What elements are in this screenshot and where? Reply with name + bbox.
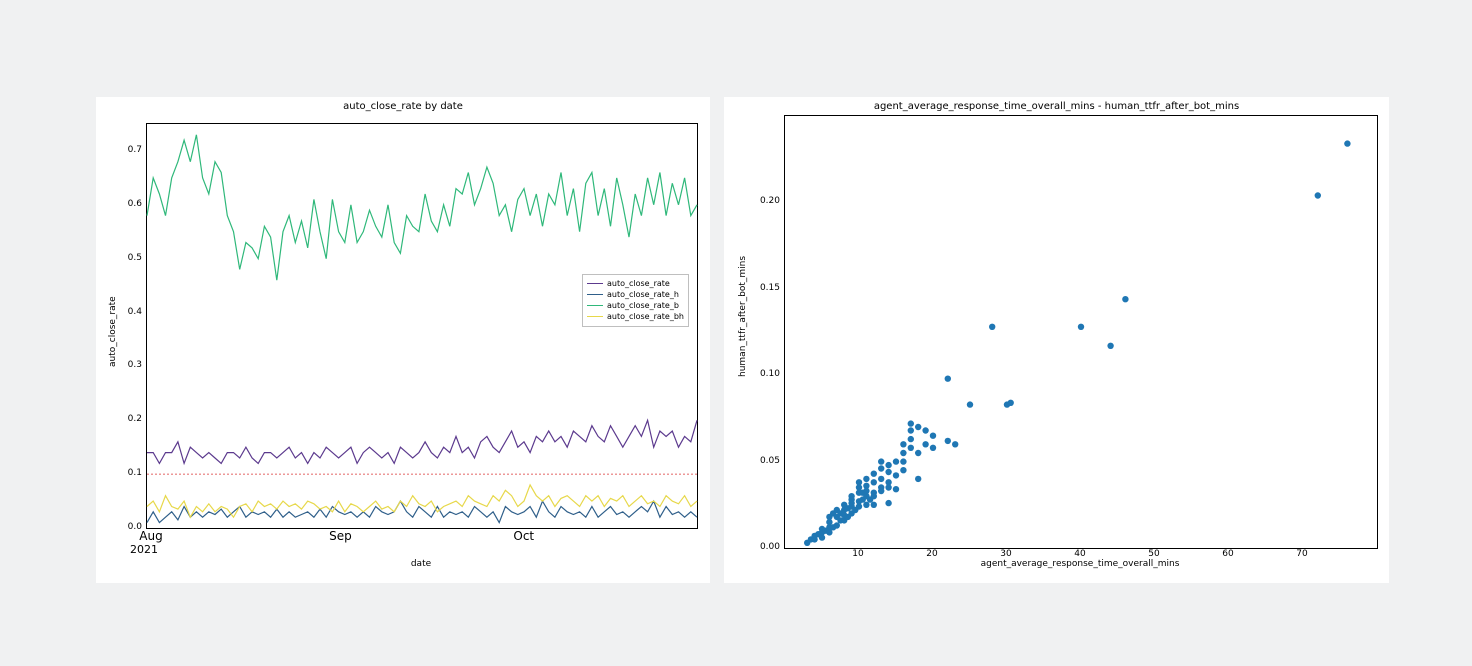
right-y-axis-label: human_ttfr_after_bot_mins [738,256,748,377]
legend-row: auto_close_rate_b [587,300,684,311]
scatter-point [922,441,928,447]
scatter-point [848,493,854,499]
scatter-point [908,427,914,433]
series-auto_close_rate [147,420,697,463]
legend-row: auto_close_rate [587,278,684,289]
x-tick-year: 2021 [130,543,158,556]
scatter-point [908,445,914,451]
right-x-axis-label: agent_average_response_time_overall_mins [784,559,1376,569]
legend-label: auto_close_rate [607,278,670,289]
right-plot-area [784,115,1378,549]
scatter-point [930,433,936,439]
scatter-point [1122,296,1128,302]
left-chart-title: auto_close_rate by date [96,101,710,112]
scatter-point [863,488,869,494]
scatter-point [848,500,854,506]
x-tick: Aug [131,529,171,543]
legend-swatch [587,305,603,306]
legend-label: auto_close_rate_bh [607,311,684,322]
scatter-point [834,522,840,528]
scatter-point [989,324,995,330]
x-tick: Sep [320,529,360,543]
scatter-point [863,476,869,482]
y-tick: 0.10 [750,369,780,379]
scatter-point [871,471,877,477]
scatter-point [900,467,906,473]
scatter-point [915,476,921,482]
scatter-point [900,441,906,447]
y-tick: 0.2 [102,414,142,424]
x-tick: 50 [1144,549,1164,559]
scatter-point [908,420,914,426]
scatter-point [900,458,906,464]
scatter-point [885,500,891,506]
scatter-point [885,462,891,468]
left-y-axis-label: auto_close_rate [108,296,118,367]
scatter-point [915,450,921,456]
legend: auto_close_rate auto_close_rate_h auto_c… [582,274,689,327]
scatter-point [915,424,921,430]
scatter-point [871,493,877,499]
legend-swatch [587,316,603,317]
y-tick: 0.15 [750,283,780,293]
legend-row: auto_close_rate_bh [587,311,684,322]
x-tick: Oct [504,529,544,543]
series-auto_close_rate_b [147,135,697,280]
y-tick: 0.1 [102,468,142,478]
scatter-point [871,479,877,485]
scatter-point [1008,400,1014,406]
scatter-point [856,479,862,485]
right-chart-panel: agent_average_response_time_overall_mins… [724,97,1389,583]
x-tick: 40 [1070,549,1090,559]
page: auto_close_rate by date auto_close_rate … [0,0,1472,666]
scatter-point [945,376,951,382]
scatter-point [885,469,891,475]
scatter-point [1315,192,1321,198]
scatter-point [885,484,891,490]
x-tick: 30 [996,549,1016,559]
legend-swatch [587,283,603,284]
scatter-point [900,450,906,456]
scatter-point [893,458,899,464]
y-tick: 0.05 [750,456,780,466]
x-tick: 70 [1292,549,1312,559]
legend-swatch [587,294,603,295]
x-tick: 10 [848,549,868,559]
scatter-point [1078,324,1084,330]
left-plot-area: auto_close_rate auto_close_rate_h auto_c… [146,123,698,529]
y-tick: 0.00 [750,542,780,552]
scatter-point [878,465,884,471]
scatter-point [908,436,914,442]
scatter-point [945,438,951,444]
legend-label: auto_close_rate_b [607,300,679,311]
scatter-point [930,445,936,451]
scatter-point [893,486,899,492]
scatter-point [893,472,899,478]
scatter-point [871,502,877,508]
scatter-point [863,502,869,508]
y-tick: 0.20 [750,196,780,206]
scatter-point [878,488,884,494]
right-plot-svg [785,116,1377,548]
scatter-point [878,458,884,464]
scatter-point [922,427,928,433]
scatter-point [1344,140,1350,146]
legend-row: auto_close_rate_h [587,289,684,300]
scatter-point [878,476,884,482]
x-tick: 60 [1218,549,1238,559]
y-tick: 0.7 [102,145,142,155]
left-x-axis-label: date [146,559,696,569]
x-tick: 20 [922,549,942,559]
y-tick: 0.5 [102,253,142,263]
scatter-point [967,401,973,407]
scatter-point [952,441,958,447]
scatter-point [1107,343,1113,349]
right-chart-title: agent_average_response_time_overall_mins… [724,101,1389,112]
left-chart-panel: auto_close_rate by date auto_close_rate … [96,97,710,583]
y-tick: 0.6 [102,199,142,209]
legend-label: auto_close_rate_h [607,289,679,300]
